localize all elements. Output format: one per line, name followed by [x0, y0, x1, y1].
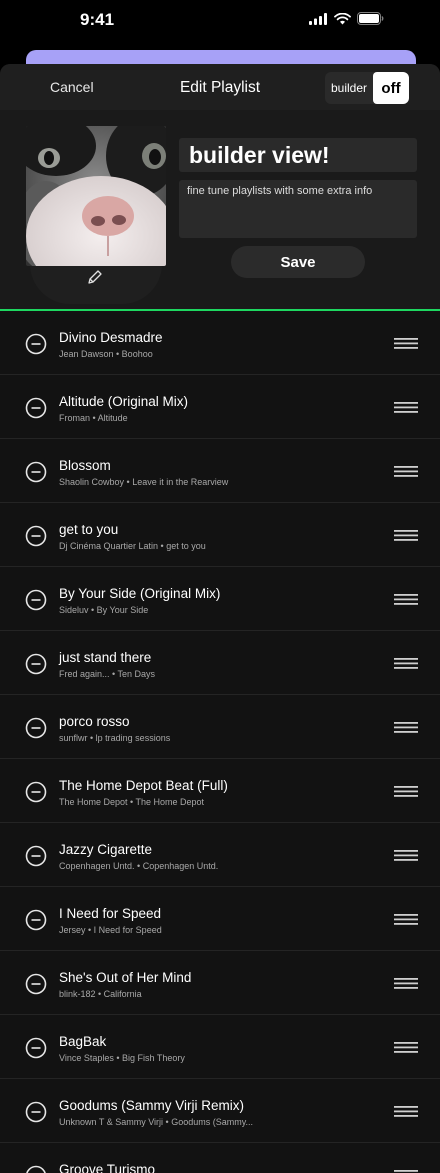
pencil-icon[interactable]	[86, 268, 104, 286]
edit-playlist-sheet: Cancel Edit Playlist builder off builder…	[0, 64, 440, 1173]
track-title: Goodums (Sammy Virji Remix)	[59, 1098, 245, 1113]
remove-track-icon[interactable]	[25, 909, 47, 931]
toggle-state: off	[373, 72, 409, 104]
track-subtitle: Fred again... • Ten Days	[59, 669, 156, 679]
track-title: Groove Turismo	[59, 1162, 156, 1173]
track-subtitle: Sideluv • By Your Side	[59, 605, 149, 615]
track-subtitle: Jersey • I Need for Speed	[59, 925, 162, 935]
cover-editor[interactable]	[26, 126, 166, 304]
track-row: Goodums (Sammy Virji Remix) Unknown T & …	[0, 1079, 440, 1143]
drag-handle-icon[interactable]	[394, 722, 418, 734]
save-button[interactable]: Save	[231, 246, 365, 278]
track-subtitle: The Home Depot • The Home Depot	[59, 797, 205, 807]
track-subtitle: Shaolin Cowboy • Leave it in the Rearvie…	[59, 477, 229, 487]
cellular-signal-icon	[309, 12, 327, 25]
track-subtitle: Unknown T & Sammy Virji • Goodums (Sammy…	[59, 1117, 254, 1127]
track-row: just stand there Fred again... • Ten Day…	[0, 631, 440, 695]
remove-track-icon[interactable]	[25, 653, 47, 675]
track-title: Divino Desmadre	[59, 330, 163, 345]
track-title: The Home Depot Beat (Full)	[59, 778, 228, 793]
track-subtitle: sunflwr • lp trading sessions	[59, 733, 171, 743]
track-row: Jazzy Cigarette Copenhagen Untd. • Copen…	[0, 823, 440, 887]
track-title: Altitude (Original Mix)	[59, 394, 189, 409]
remove-track-icon[interactable]	[25, 973, 47, 995]
drag-handle-icon[interactable]	[394, 594, 418, 606]
track-subtitle: blink-182 • California	[59, 989, 142, 999]
remove-track-icon[interactable]	[25, 845, 47, 867]
playlist-name-input[interactable]: builder view!	[179, 138, 417, 172]
track-row: Groove Turismo	[0, 1143, 440, 1173]
track-row: By Your Side (Original Mix) Sideluv • By…	[0, 567, 440, 631]
status-icons	[309, 12, 384, 25]
remove-track-icon[interactable]	[25, 525, 47, 547]
drag-handle-icon[interactable]	[394, 402, 418, 414]
track-row: Blossom Shaolin Cowboy • Leave it in the…	[0, 439, 440, 503]
drag-handle-icon[interactable]	[394, 978, 418, 990]
track-subtitle: Jean Dawson • Boohoo	[59, 349, 153, 359]
track-title: BagBak	[59, 1034, 107, 1049]
track-subtitle: Copenhagen Untd. • Copenhagen Untd.	[59, 861, 219, 871]
track-row: I Need for Speed Jersey • I Need for Spe…	[0, 887, 440, 951]
track-title: Jazzy Cigarette	[59, 842, 153, 857]
drag-handle-icon[interactable]	[394, 1106, 418, 1118]
drag-handle-icon[interactable]	[394, 786, 418, 798]
track-title: She's Out of Her Mind	[59, 970, 192, 985]
remove-track-icon[interactable]	[25, 1165, 47, 1173]
track-row: porco rosso sunflwr • lp trading session…	[0, 695, 440, 759]
cancel-button[interactable]: Cancel	[50, 79, 94, 95]
drag-handle-icon[interactable]	[394, 466, 418, 478]
track-title: I Need for Speed	[59, 906, 162, 921]
track-row: The Home Depot Beat (Full) The Home Depo…	[0, 759, 440, 823]
toggle-label: builder	[330, 81, 368, 95]
nav-bar: Cancel Edit Playlist builder off	[0, 64, 440, 110]
track-list: Divino Desmadre Jean Dawson • Boohoo Alt…	[0, 311, 440, 1173]
remove-track-icon[interactable]	[25, 461, 47, 483]
track-subtitle: Vince Staples • Big Fish Theory	[59, 1053, 185, 1063]
track-row: Divino Desmadre Jean Dawson • Boohoo	[0, 311, 440, 375]
remove-track-icon[interactable]	[25, 1101, 47, 1123]
track-subtitle: Froman • Altitude	[59, 413, 128, 423]
playlist-header: builder view! fine tune playlists with s…	[0, 110, 440, 310]
wifi-icon	[334, 12, 351, 24]
status-bar: 9:41	[0, 0, 440, 44]
track-title: porco rosso	[59, 714, 130, 729]
remove-track-icon[interactable]	[25, 717, 47, 739]
track-title: get to you	[59, 522, 119, 537]
drag-handle-icon[interactable]	[394, 658, 418, 670]
remove-track-icon[interactable]	[25, 589, 47, 611]
track-row: She's Out of Her Mind blink-182 • Califo…	[0, 951, 440, 1015]
playlist-cover-image[interactable]	[26, 126, 166, 266]
track-row: get to you Dj Cinéma Quartier Latin • ge…	[0, 503, 440, 567]
builder-view-toggle[interactable]: builder off	[325, 72, 409, 104]
drag-handle-icon[interactable]	[394, 338, 418, 350]
drag-handle-icon[interactable]	[394, 914, 418, 926]
track-title: just stand there	[59, 650, 152, 665]
remove-track-icon[interactable]	[25, 781, 47, 803]
status-time: 9:41	[80, 10, 115, 29]
remove-track-icon[interactable]	[25, 333, 47, 355]
remove-track-icon[interactable]	[25, 397, 47, 419]
remove-track-icon[interactable]	[25, 1037, 47, 1059]
playlist-description-input[interactable]: fine tune playlists with some extra info	[179, 180, 417, 238]
track-row: Altitude (Original Mix) Froman • Altitud…	[0, 375, 440, 439]
track-subtitle: Dj Cinéma Quartier Latin • get to you	[59, 541, 206, 551]
drag-handle-icon[interactable]	[394, 1042, 418, 1054]
track-title: Blossom	[59, 458, 111, 473]
drag-handle-icon[interactable]	[394, 850, 418, 862]
drag-handle-icon[interactable]	[394, 530, 418, 542]
battery-icon	[357, 12, 384, 25]
track-row: BagBak Vince Staples • Big Fish Theory	[0, 1015, 440, 1079]
track-title: By Your Side (Original Mix)	[59, 586, 221, 601]
